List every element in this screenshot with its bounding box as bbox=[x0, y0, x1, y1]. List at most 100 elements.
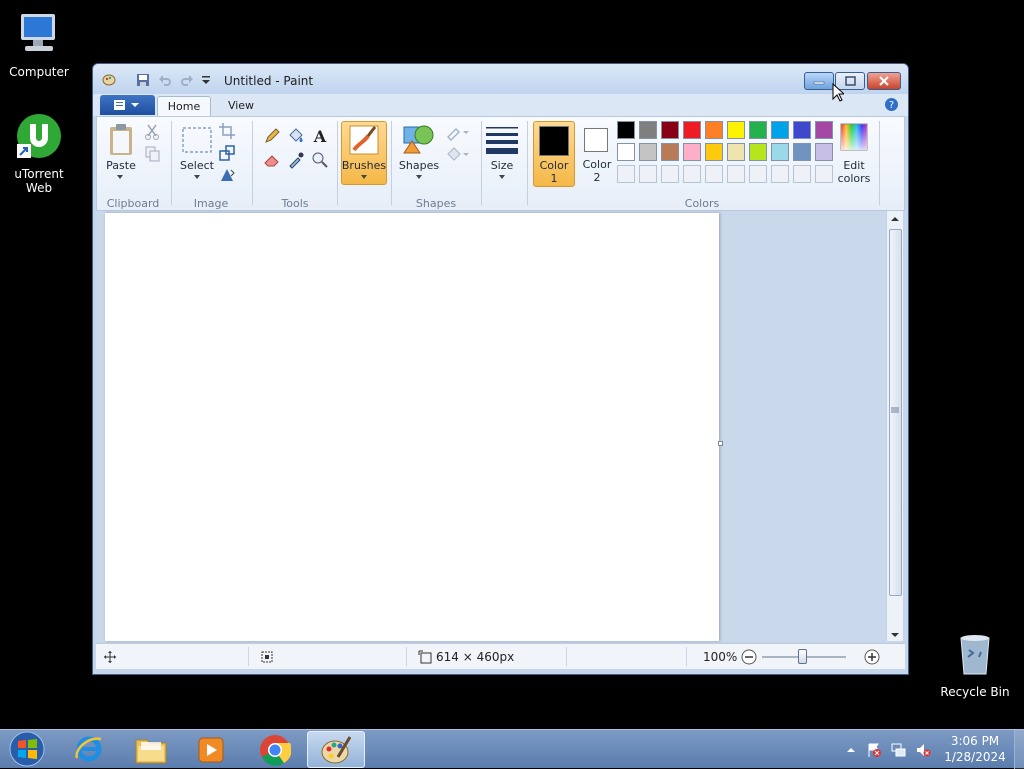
drawing-canvas[interactable] bbox=[105, 213, 719, 641]
pencil-icon[interactable] bbox=[263, 127, 281, 145]
size-icon[interactable] bbox=[485, 126, 519, 154]
text-icon[interactable]: A bbox=[311, 127, 329, 145]
custom-color-slot[interactable] bbox=[727, 165, 745, 183]
rotate-icon[interactable] bbox=[218, 166, 236, 184]
minimize-button[interactable] bbox=[804, 72, 834, 90]
zoom-out-icon[interactable] bbox=[741, 649, 757, 665]
tab-view[interactable]: View bbox=[217, 96, 265, 116]
taskbar-internet-explorer[interactable] bbox=[60, 731, 118, 768]
show-desktop-button[interactable] bbox=[1014, 730, 1024, 769]
taskbar-paint[interactable] bbox=[307, 731, 365, 768]
color-swatch[interactable] bbox=[661, 121, 679, 139]
size-dropdown-icon[interactable] bbox=[497, 174, 507, 180]
custom-color-slot[interactable] bbox=[771, 165, 789, 183]
color-swatch[interactable] bbox=[793, 121, 811, 139]
desktop-icon-recycle-bin[interactable]: Recycle Bin bbox=[936, 630, 1014, 699]
color-swatch[interactable] bbox=[793, 143, 811, 161]
clock-time[interactable]: 3:06 PM bbox=[940, 734, 1010, 748]
color-swatch[interactable] bbox=[771, 143, 789, 161]
custom-color-slot[interactable] bbox=[705, 165, 723, 183]
custom-color-slot[interactable] bbox=[683, 165, 701, 183]
custom-color-slot[interactable] bbox=[815, 165, 833, 183]
paint-menu-button[interactable] bbox=[100, 95, 155, 115]
color-swatch[interactable] bbox=[705, 121, 723, 139]
custom-color-slot[interactable] bbox=[749, 165, 767, 183]
undo-icon[interactable] bbox=[158, 73, 172, 87]
color-swatch[interactable] bbox=[617, 121, 635, 139]
color-swatch[interactable] bbox=[705, 143, 723, 161]
show-hidden-icons-icon[interactable] bbox=[843, 742, 859, 758]
fill-icon[interactable] bbox=[287, 127, 305, 145]
customize-quick-access-icon[interactable] bbox=[199, 73, 213, 87]
color-swatch[interactable] bbox=[617, 143, 635, 161]
custom-color-slot[interactable] bbox=[617, 165, 635, 183]
color-swatch[interactable] bbox=[727, 143, 745, 161]
scroll-down-arrow-icon[interactable] bbox=[890, 631, 900, 639]
shape-fill-icon[interactable] bbox=[445, 145, 471, 163]
zoom-level: 100% bbox=[703, 650, 738, 664]
color-swatch[interactable] bbox=[683, 143, 701, 161]
shapes-icon[interactable] bbox=[402, 123, 436, 155]
color1-button[interactable]: Color 1 bbox=[533, 121, 575, 187]
save-icon[interactable] bbox=[136, 73, 150, 87]
shapes-dropdown-icon[interactable] bbox=[414, 174, 424, 180]
magnifier-icon[interactable] bbox=[311, 151, 329, 169]
network-icon[interactable] bbox=[890, 742, 906, 758]
color-swatch[interactable] bbox=[661, 143, 679, 161]
clock-date[interactable]: 1/28/2024 bbox=[940, 750, 1010, 764]
color-swatch[interactable] bbox=[749, 143, 767, 161]
resize-icon[interactable] bbox=[218, 144, 236, 162]
zoom-slider-thumb[interactable] bbox=[798, 649, 807, 664]
color-picker-icon[interactable] bbox=[287, 151, 305, 169]
tab-home[interactable]: Home bbox=[157, 96, 211, 116]
title-bar[interactable]: Untitled - Paint bbox=[93, 64, 908, 94]
color-swatch[interactable] bbox=[815, 143, 833, 161]
color-swatch[interactable] bbox=[683, 121, 701, 139]
eraser-icon[interactable] bbox=[263, 151, 281, 169]
color-swatch[interactable] bbox=[639, 143, 657, 161]
color-swatch[interactable] bbox=[815, 121, 833, 139]
paste-label[interactable]: Paste bbox=[103, 159, 139, 172]
taskbar-media-player[interactable] bbox=[182, 731, 240, 768]
edit-colors-label[interactable]: Edit bbox=[833, 159, 875, 172]
volume-muted-icon[interactable] bbox=[915, 742, 931, 758]
outline-icon[interactable] bbox=[445, 123, 471, 141]
desktop-icon-utorrent[interactable]: uTorrent Web bbox=[0, 112, 78, 195]
edit-colors-icon[interactable] bbox=[840, 123, 868, 151]
start-button-icon[interactable] bbox=[7, 731, 47, 768]
zoom-in-icon[interactable] bbox=[864, 649, 880, 665]
canvas-resize-handle[interactable] bbox=[718, 441, 723, 446]
close-button[interactable] bbox=[867, 72, 901, 90]
scroll-up-arrow-icon[interactable] bbox=[890, 215, 900, 223]
paste-icon[interactable] bbox=[108, 123, 134, 157]
shapes-label[interactable]: Shapes bbox=[397, 159, 441, 172]
color2-button[interactable]: Color 2 bbox=[577, 121, 617, 187]
internet-explorer-icon bbox=[75, 736, 102, 762]
paste-dropdown-icon[interactable] bbox=[115, 174, 125, 180]
help-icon[interactable]: ? bbox=[884, 97, 899, 112]
select-label[interactable]: Select bbox=[177, 159, 217, 172]
desktop-icon-computer[interactable]: Computer bbox=[0, 10, 78, 79]
select-icon[interactable] bbox=[182, 127, 212, 153]
size-label[interactable]: Size bbox=[483, 159, 521, 172]
copy-icon[interactable] bbox=[143, 145, 161, 163]
brushes-label: Brushes bbox=[341, 159, 387, 172]
vertical-scrollbar[interactable] bbox=[886, 211, 903, 641]
color-swatch[interactable] bbox=[771, 121, 789, 139]
custom-color-slot[interactable] bbox=[661, 165, 679, 183]
crop-icon[interactable] bbox=[218, 122, 236, 140]
custom-color-slot[interactable] bbox=[793, 165, 811, 183]
taskbar-file-explorer[interactable] bbox=[122, 731, 180, 768]
taskbar-chrome[interactable] bbox=[245, 731, 303, 768]
color-swatch[interactable] bbox=[727, 121, 745, 139]
action-center-flag-icon[interactable] bbox=[866, 742, 882, 758]
paint-window: Untitled - Paint Home View ? Paste Clipb… bbox=[92, 63, 909, 675]
cut-icon[interactable] bbox=[143, 123, 161, 141]
color-swatch[interactable] bbox=[639, 121, 657, 139]
custom-color-slot[interactable] bbox=[639, 165, 657, 183]
color-swatch[interactable] bbox=[749, 121, 767, 139]
select-dropdown-icon[interactable] bbox=[192, 174, 202, 180]
edit-colors-label-2[interactable]: colors bbox=[833, 172, 875, 185]
redo-icon[interactable] bbox=[180, 73, 194, 87]
paint-app-icon[interactable] bbox=[102, 73, 116, 87]
